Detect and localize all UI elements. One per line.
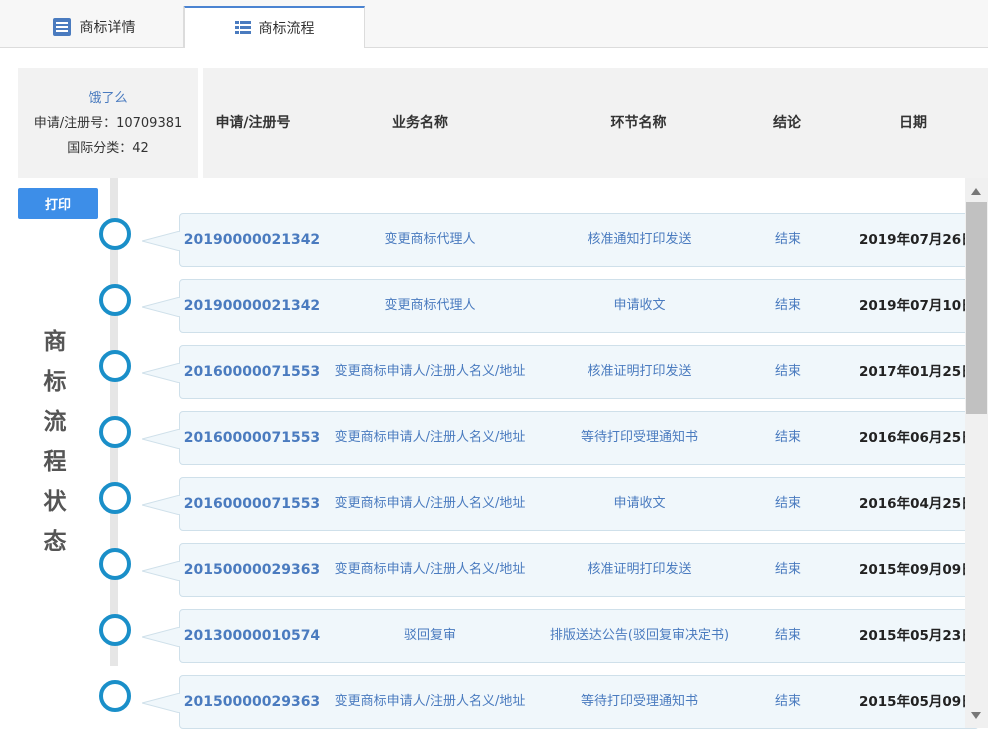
result-cell: 结束 (774, 430, 801, 445)
registration-number-cell: 20150000029363 (183, 694, 321, 710)
column-header-result: 结论 (773, 115, 801, 131)
registration-number-cell: 20190000021342 (183, 298, 321, 314)
row-pointer (142, 627, 180, 647)
document-icon (52, 17, 72, 37)
step-name-cell: 申请收文 (613, 496, 666, 511)
scroll-up-arrow-icon[interactable] (971, 188, 981, 195)
international-class: 国际分类：42 (67, 141, 149, 156)
timeline-row: 20150000029363 变更商标申请人/注册人名义/地址 等待打印受理通知… (142, 675, 979, 729)
row-pointer (142, 561, 180, 581)
timeline-node (99, 680, 131, 712)
tab-label: 商标流程 (258, 21, 315, 37)
result-cell: 结束 (774, 694, 801, 709)
result-cell: 结束 (774, 496, 801, 511)
timeline-node (99, 548, 131, 580)
list-icon (234, 21, 251, 35)
title-char: 状 (43, 489, 67, 515)
column-header-number: 申请/注册号 (215, 115, 291, 131)
result-cell: 结束 (774, 562, 801, 577)
step-name-cell: 申请收文 (613, 298, 666, 313)
trademark-info: 饿了么 申请/注册号：10709381 国际分类：42 (18, 68, 198, 178)
brand-name: 饿了么 (88, 91, 128, 106)
result-cell: 结束 (774, 298, 801, 313)
timeline-node (99, 350, 131, 382)
title-char: 流 (43, 409, 67, 435)
step-name-cell: 核准通知打印发送 (587, 232, 692, 247)
row-pointer (142, 231, 180, 251)
timeline-node (99, 614, 131, 646)
title-char: 程 (43, 449, 67, 475)
timeline-row: 20160000071553 变更商标申请人/注册人名义/地址 申请收文 结束 … (142, 477, 979, 531)
title-char: 态 (43, 529, 67, 555)
business-name-cell: 变更商标申请人/注册人名义/地址 (334, 562, 526, 577)
timeline-row: 20160000071553 变更商标申请人/注册人名义/地址 核准证明打印发送… (142, 345, 979, 399)
result-cell: 结束 (774, 232, 801, 247)
step-name-cell: 排版送达公告(驳回复审决定书) (549, 628, 730, 643)
table-header: 申请/注册号 业务名称 环节名称 结论 日期 (203, 68, 988, 178)
timeline-row: 20190000021342 变更商标代理人 申请收文 结束 2019年07月1… (142, 279, 979, 333)
business-name-cell: 变更商标申请人/注册人名义/地址 (334, 496, 526, 511)
registration-number: 申请/注册号：10709381 (33, 116, 183, 131)
row-pointer (142, 363, 180, 383)
step-name-cell: 等待打印受理通知书 (580, 430, 698, 445)
print-button[interactable]: 打印 (18, 188, 98, 219)
timeline-node (99, 416, 131, 448)
registration-number-cell: 20150000029363 (183, 562, 321, 578)
registration-number-cell: 20160000071553 (183, 496, 321, 512)
tab-label: 商标详情 (79, 19, 136, 36)
business-name-cell: 变更商标申请人/注册人名义/地址 (334, 364, 526, 379)
result-cell: 结束 (774, 628, 801, 643)
column-header-date: 日期 (899, 115, 927, 131)
timeline-node (99, 284, 131, 316)
step-name-cell: 核准证明打印发送 (587, 562, 692, 577)
timeline-node (99, 218, 131, 250)
row-pointer (142, 693, 180, 713)
business-name-cell: 驳回复审 (403, 628, 456, 643)
registration-number-cell: 20160000071553 (183, 430, 321, 446)
column-header-step: 环节名称 (610, 115, 667, 131)
column-header-business: 业务名称 (392, 115, 448, 131)
registration-number-cell: 20190000021342 (183, 232, 321, 248)
tab-bar: 商标详情 商标流程 (0, 0, 988, 48)
vertical-scrollbar[interactable] (965, 178, 988, 728)
tab-trademark-process[interactable]: 商标流程 (184, 6, 365, 48)
timeline-row: 20160000071553 变更商标申请人/注册人名义/地址 等待打印受理通知… (142, 411, 979, 465)
business-name-cell: 变更商标代理人 (384, 232, 476, 247)
step-name-cell: 核准证明打印发送 (587, 364, 692, 379)
row-pointer (142, 495, 180, 515)
timeline-row: 20130000010574 驳回复审 排版送达公告(驳回复审决定书) 结束 2… (142, 609, 979, 663)
result-cell: 结束 (774, 364, 801, 379)
timeline-row: 20150000029363 变更商标申请人/注册人名义/地址 核准证明打印发送… (142, 543, 979, 597)
title-char: 标 (43, 369, 67, 395)
process-status-title: 商 标 流 程 状 态 (38, 322, 72, 562)
row-pointer (142, 429, 180, 449)
scroll-down-arrow-icon[interactable] (971, 712, 981, 719)
business-name-cell: 变更商标代理人 (384, 298, 476, 313)
tab-trademark-details[interactable]: 商标详情 (4, 6, 184, 47)
business-name-cell: 变更商标申请人/注册人名义/地址 (334, 694, 526, 709)
timeline-row: 20190000021342 变更商标代理人 核准通知打印发送 结束 2019年… (142, 213, 979, 267)
title-char: 商 (43, 329, 67, 355)
business-name-cell: 变更商标申请人/注册人名义/地址 (334, 430, 526, 445)
step-name-cell: 等待打印受理通知书 (580, 694, 698, 709)
registration-number-cell: 20160000071553 (183, 364, 321, 380)
scrollbar-thumb[interactable] (966, 202, 987, 414)
registration-number-cell: 20130000010574 (183, 628, 321, 644)
row-pointer (142, 297, 180, 317)
timeline-node (99, 482, 131, 514)
